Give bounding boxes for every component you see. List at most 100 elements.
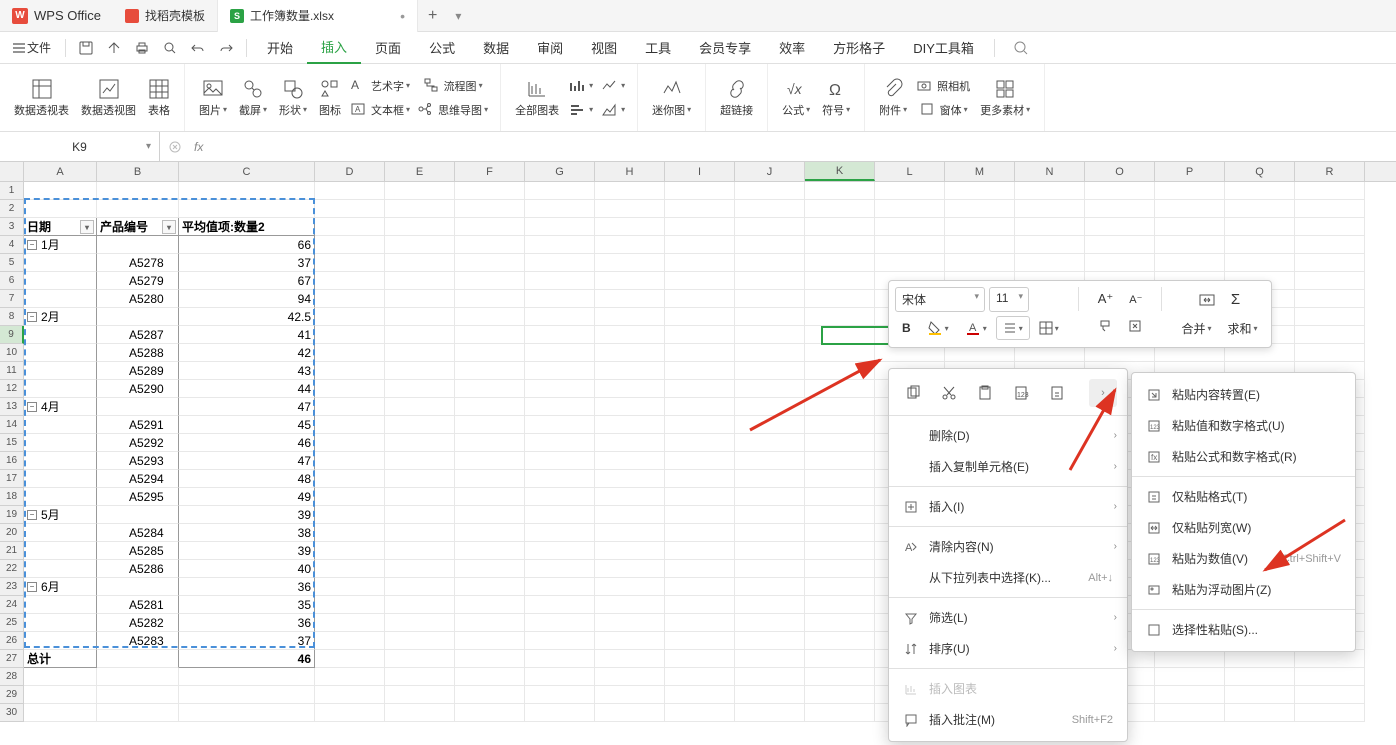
cell-C9[interactable]: 41 (179, 326, 315, 344)
cell-H3[interactable] (595, 218, 665, 236)
cell-I16[interactable] (665, 452, 735, 470)
all-charts-button[interactable]: 全部图表 (509, 64, 565, 131)
cell-E5[interactable] (385, 254, 455, 272)
camera-button[interactable]: 照相机 (913, 74, 974, 98)
sub-paste-values-formats[interactable]: 123粘贴值和数字格式(U) (1132, 410, 1355, 441)
cell-J27[interactable] (735, 650, 805, 668)
cell-D7[interactable] (315, 290, 385, 308)
cell-K28[interactable] (805, 668, 875, 686)
cell-N2[interactable] (1015, 200, 1085, 218)
cell-F18[interactable] (455, 488, 525, 506)
cell-H25[interactable] (595, 614, 665, 632)
col-header-L[interactable]: L (875, 162, 945, 181)
hamburger-menu[interactable]: 文件 (4, 32, 59, 64)
cell-J2[interactable] (735, 200, 805, 218)
row-header-28[interactable]: 28 (0, 668, 24, 686)
cell-A20[interactable] (24, 524, 97, 542)
decrease-font-button[interactable]: A⁻ (1122, 287, 1149, 311)
cell-A24[interactable] (24, 596, 97, 614)
cell-A21[interactable] (24, 542, 97, 560)
cell-I27[interactable] (665, 650, 735, 668)
cell-G17[interactable] (525, 470, 595, 488)
cell-I30[interactable] (665, 704, 735, 722)
cell-D22[interactable] (315, 560, 385, 578)
cell-D26[interactable] (315, 632, 385, 650)
cell-A4[interactable]: −1月 (24, 236, 97, 254)
cell-G16[interactable] (525, 452, 595, 470)
fx-icon[interactable]: fx (194, 140, 203, 154)
collapse-button[interactable]: − (27, 402, 37, 412)
cell-K24[interactable] (805, 596, 875, 614)
cell-F20[interactable] (455, 524, 525, 542)
cell-A12[interactable] (24, 380, 97, 398)
export-icon[interactable] (102, 36, 126, 60)
print-icon[interactable] (130, 36, 154, 60)
cell-E2[interactable] (385, 200, 455, 218)
cell-B28[interactable] (97, 668, 179, 686)
row-header-12[interactable]: 12 (0, 380, 24, 398)
menu-tab-square[interactable]: 方形格子 (819, 32, 899, 64)
cell-I28[interactable] (665, 668, 735, 686)
cell-A11[interactable] (24, 362, 97, 380)
cell-I3[interactable] (665, 218, 735, 236)
sub-paste-values[interactable]: 123粘贴为数值(V)Ctrl+Shift+V (1132, 543, 1355, 574)
cell-P28[interactable] (1155, 668, 1225, 686)
cell-E25[interactable] (385, 614, 455, 632)
cell-I23[interactable] (665, 578, 735, 596)
cell-I7[interactable] (665, 290, 735, 308)
cell-J4[interactable] (735, 236, 805, 254)
more-material-button[interactable]: 更多素材▾ (974, 64, 1036, 131)
col-header-C[interactable]: C (179, 162, 315, 181)
mindmap-button[interactable]: 思维导图 ▾ (414, 98, 492, 122)
cell-E14[interactable] (385, 416, 455, 434)
cell-H12[interactable] (595, 380, 665, 398)
cell-G19[interactable] (525, 506, 595, 524)
cell-F9[interactable] (455, 326, 525, 344)
cell-A7[interactable] (24, 290, 97, 308)
collapse-button[interactable]: − (27, 582, 37, 592)
cell-D9[interactable] (315, 326, 385, 344)
cell-C2[interactable] (179, 200, 315, 218)
cell-B27[interactable] (97, 650, 179, 668)
row-header-13[interactable]: 13 (0, 398, 24, 416)
paste-icon[interactable] (971, 379, 999, 407)
cell-E4[interactable] (385, 236, 455, 254)
cell-A5[interactable] (24, 254, 97, 272)
cell-J3[interactable] (735, 218, 805, 236)
row-header-6[interactable]: 6 (0, 272, 24, 290)
cell-C25[interactable]: 36 (179, 614, 315, 632)
cell-B4[interactable] (97, 236, 179, 254)
cell-F4[interactable] (455, 236, 525, 254)
cell-F10[interactable] (455, 344, 525, 362)
cell-G5[interactable] (525, 254, 595, 272)
cell-G1[interactable] (525, 182, 595, 200)
cell-I21[interactable] (665, 542, 735, 560)
cut-icon[interactable] (935, 379, 963, 407)
cell-B30[interactable] (97, 704, 179, 722)
cell-K13[interactable] (805, 398, 875, 416)
cell-L3[interactable] (875, 218, 945, 236)
row-header-27[interactable]: 27 (0, 650, 24, 668)
cell-J22[interactable] (735, 560, 805, 578)
cell-E18[interactable] (385, 488, 455, 506)
sub-paste-col-width[interactable]: 仅粘贴列宽(W) (1132, 512, 1355, 543)
cell-B23[interactable] (97, 578, 179, 596)
cell-I9[interactable] (665, 326, 735, 344)
ctx-sort[interactable]: 排序(U)› (889, 633, 1127, 664)
row-header-29[interactable]: 29 (0, 686, 24, 704)
cell-A2[interactable] (24, 200, 97, 218)
cell-G12[interactable] (525, 380, 595, 398)
cell-J20[interactable] (735, 524, 805, 542)
cell-H27[interactable] (595, 650, 665, 668)
cell-I5[interactable] (665, 254, 735, 272)
row-header-9[interactable]: 9 (0, 326, 24, 344)
area-chart-button[interactable]: ▾ (597, 98, 629, 122)
cell-H16[interactable] (595, 452, 665, 470)
cell-K10[interactable] (805, 344, 875, 362)
cell-D25[interactable] (315, 614, 385, 632)
cell-B29[interactable] (97, 686, 179, 704)
cell-K8[interactable] (805, 308, 875, 326)
formula-button[interactable]: √x公式▾ (776, 64, 816, 131)
cell-I10[interactable] (665, 344, 735, 362)
cell-J21[interactable] (735, 542, 805, 560)
